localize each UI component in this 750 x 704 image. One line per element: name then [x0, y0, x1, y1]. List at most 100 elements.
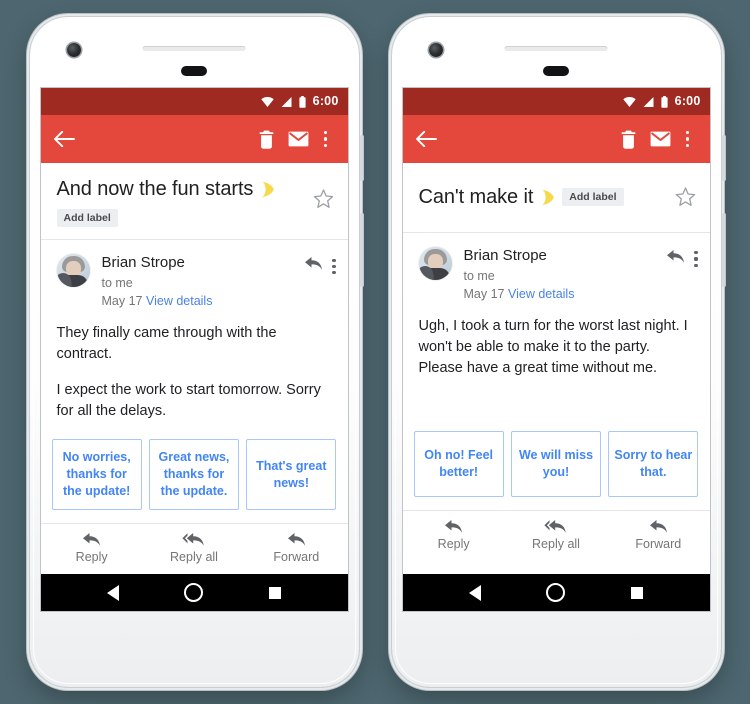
app-toolbar	[40, 115, 348, 163]
message-body: Ugh, I took a turn for the worst last ni…	[403, 303, 710, 431]
forward-icon	[649, 520, 667, 533]
smart-reply-chip-1[interactable]: Oh no! Feel better!	[413, 431, 504, 497]
mark-unread-icon[interactable]	[283, 123, 315, 155]
android-nav-bar	[40, 574, 348, 611]
subject-header: Can't make it Add label	[402, 163, 710, 233]
reply-all-button[interactable]: Reply all	[143, 532, 245, 565]
delete-icon[interactable]	[613, 123, 645, 155]
volume-button[interactable]	[721, 213, 726, 287]
sender-recipient: to me	[463, 268, 495, 283]
signal-icon	[643, 96, 654, 107]
reply-all-label: Reply all	[532, 537, 580, 551]
add-label-chip[interactable]: Add label	[562, 188, 624, 207]
back-arrow-icon[interactable]	[52, 126, 78, 152]
phone-device-2: 6:00 Can't make it Add label Brian Strop…	[391, 17, 726, 687]
more-options-icon[interactable]	[315, 123, 337, 155]
reply-label: Reply	[437, 537, 470, 551]
recents-nav-icon[interactable]	[268, 586, 281, 599]
earpiece-speaker	[504, 46, 608, 51]
android-nav-bar	[402, 574, 710, 611]
forward-icon	[287, 533, 305, 546]
crescent-moon-icon	[540, 189, 555, 206]
reply-all-icon	[182, 533, 205, 546]
wifi-icon	[622, 97, 636, 107]
delete-icon[interactable]	[251, 123, 283, 155]
power-button[interactable]	[721, 135, 726, 181]
smart-reply-chip-1[interactable]: No worries, thanks for the update!	[51, 439, 142, 510]
sender-actions	[666, 247, 698, 269]
front-camera-icon	[428, 43, 443, 57]
reply-button[interactable]: Reply	[403, 519, 505, 552]
message-more-options-icon[interactable]	[332, 258, 336, 275]
reply-icon	[83, 533, 101, 546]
forward-button[interactable]: Forward	[245, 532, 347, 565]
subject-column: And now the fun starts Add label	[56, 177, 307, 228]
reply-action-bar: Reply Reply all Forward	[40, 523, 348, 574]
back-nav-icon[interactable]	[469, 584, 482, 601]
star-icon[interactable]	[313, 189, 334, 214]
sender-date: May 17	[101, 294, 143, 309]
subject-header: And now the fun starts Add label	[40, 163, 348, 241]
forward-label: Forward	[273, 550, 320, 564]
sender-date-row: May 17 View details	[102, 292, 305, 310]
sender-row: Brian Strope to me May 17 View details	[41, 240, 348, 310]
sender-info: Brian Strope to me May 17 View details	[452, 247, 667, 303]
star-icon[interactable]	[675, 187, 696, 212]
page-title: Can't make it	[418, 186, 534, 208]
smart-reply-chip-2[interactable]: We will miss you!	[510, 431, 602, 497]
kebab-dots	[694, 251, 698, 267]
subject-line: And now the fun starts	[57, 177, 307, 201]
reply-all-icon	[544, 520, 567, 533]
kebab-dots	[685, 131, 690, 147]
sender-date-row: May 17 View details	[464, 285, 667, 303]
back-nav-icon[interactable]	[107, 584, 120, 601]
wifi-icon	[260, 97, 274, 107]
smart-reply-chip-3[interactable]: That's great news!	[246, 439, 337, 510]
reply-all-label: Reply all	[170, 550, 218, 564]
mark-unread-icon[interactable]	[645, 123, 677, 155]
volume-button[interactable]	[359, 213, 364, 287]
status-bar-clock: 6:00	[312, 94, 339, 109]
avatar	[56, 254, 90, 288]
reply-icon[interactable]	[304, 256, 323, 276]
avatar	[418, 247, 452, 280]
app-toolbar	[402, 115, 710, 163]
battery-icon	[661, 95, 668, 108]
sensor-housing	[543, 66, 569, 76]
more-options-icon[interactable]	[677, 123, 699, 155]
smart-reply-chip-2[interactable]: Great news, thanks for the update.	[148, 439, 240, 510]
front-camera-icon	[66, 43, 81, 57]
reply-button[interactable]: Reply	[41, 532, 143, 565]
view-details-link[interactable]: View details	[146, 294, 212, 308]
recents-nav-icon[interactable]	[630, 586, 643, 599]
add-label-chip[interactable]: Add label	[56, 209, 118, 228]
message-paragraph: I expect the work to start tomorrow. Sor…	[56, 382, 321, 420]
back-arrow-icon[interactable]	[414, 126, 440, 152]
reply-all-button[interactable]: Reply all	[505, 519, 607, 552]
reply-icon	[445, 520, 463, 533]
home-nav-icon[interactable]	[546, 583, 566, 602]
forward-label: Forward	[635, 537, 682, 551]
home-nav-icon[interactable]	[184, 583, 204, 602]
message-paragraph: Ugh, I took a turn for the worst last ni…	[418, 318, 688, 376]
signal-icon	[281, 96, 292, 107]
crescent-moon-icon	[260, 181, 275, 198]
status-bar: 6:00	[40, 88, 348, 115]
smart-reply-row: Oh no! Feel better! We will miss you! So…	[403, 431, 710, 510]
kebab-dots	[323, 131, 328, 147]
sender-row: Brian Strope to me May 17 View details	[403, 233, 710, 303]
smart-reply-chip-3[interactable]: Sorry to hear that.	[608, 431, 699, 497]
smart-reply-row: No worries, thanks for the update! Great…	[41, 439, 348, 523]
kebab-dots	[332, 258, 336, 275]
phone-screen-1: 6:00 And now the fun starts Add label Br…	[40, 88, 348, 611]
sender-name: Brian Strope	[101, 254, 185, 272]
forward-button[interactable]: Forward	[607, 519, 709, 552]
sender-info: Brian Strope to me May 17 View details	[90, 254, 305, 310]
status-bar: 6:00	[402, 88, 710, 115]
reply-icon[interactable]	[666, 249, 685, 269]
earpiece-speaker	[142, 46, 246, 51]
view-details-link[interactable]: View details	[508, 287, 574, 301]
message-more-options-icon[interactable]	[694, 251, 698, 267]
power-button[interactable]	[359, 135, 364, 181]
message-paragraph: They finally came through with the contr…	[56, 325, 277, 363]
